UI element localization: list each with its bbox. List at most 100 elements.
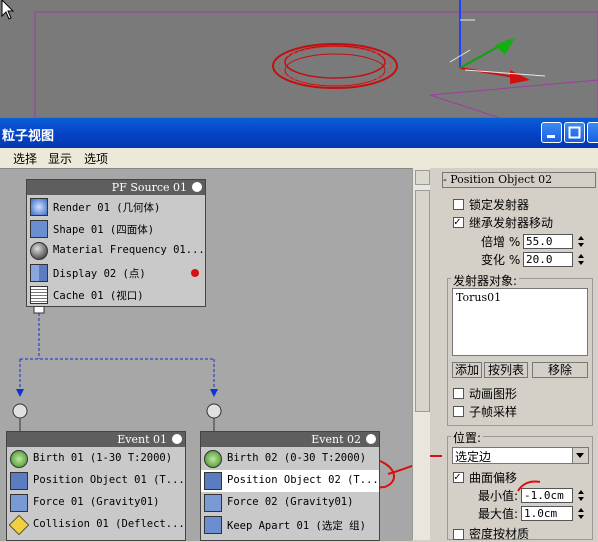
multiplier-spinner[interactable] xyxy=(577,234,586,249)
viewport-3d[interactable] xyxy=(0,0,598,118)
location-dropdown[interactable]: 选定边 xyxy=(452,447,589,464)
menu-select[interactable]: 选择 xyxy=(13,150,37,167)
keep-apart-icon xyxy=(204,516,222,534)
window-title: 粒子视图 xyxy=(2,129,55,144)
bulb-icon[interactable] xyxy=(172,434,182,444)
surface-offset-label: 曲面偏移 xyxy=(469,471,518,485)
node-title: Event 01 xyxy=(7,432,185,447)
bulb-icon[interactable] xyxy=(192,182,202,192)
menu-display[interactable]: 显示 xyxy=(48,150,72,167)
emitter-objects-label: 发射器对象: xyxy=(451,272,520,289)
inherit-motion-label: 继承发射器移动 xyxy=(469,216,554,230)
force-icon xyxy=(10,494,28,512)
subframe-checkbox[interactable] xyxy=(453,406,464,417)
cache-icon xyxy=(30,286,48,304)
display-color-dot xyxy=(191,269,199,277)
subframe-label: 子帧采样 xyxy=(469,405,518,419)
birth-icon xyxy=(204,450,222,468)
max-field[interactable]: 1.0cm xyxy=(521,506,573,521)
variation-spinner[interactable] xyxy=(577,252,586,267)
material-icon xyxy=(30,242,48,260)
density-checkbox[interactable] xyxy=(453,529,464,540)
operator-shape[interactable]: Shape 01 (四面体) xyxy=(27,218,205,240)
operator-material[interactable]: Material Frequency 01... xyxy=(27,240,205,262)
close-button[interactable] xyxy=(587,122,598,143)
rollout-title: - Position Object 02 xyxy=(443,173,553,186)
chevron-down-icon[interactable] xyxy=(572,448,588,463)
by-list-button[interactable]: 按列表 xyxy=(484,362,528,378)
variation-label: 变化 % xyxy=(481,253,521,267)
emitter-list[interactable]: Torus01 xyxy=(452,288,588,356)
position-object-icon xyxy=(10,472,28,490)
operator-force[interactable]: Force 02 (Gravity01) xyxy=(201,492,379,514)
operator-birth[interactable]: Birth 01 (1-30 T:2000) xyxy=(7,448,185,470)
variation-field[interactable]: 20.0 xyxy=(523,252,573,267)
event-01-node[interactable]: Event 01 Birth 01 (1-30 T:2000) Position… xyxy=(6,431,186,541)
operator-label: Force 01 (Gravity01) xyxy=(33,496,160,508)
menu-options[interactable]: 选项 xyxy=(84,150,108,167)
remove-button[interactable]: 移除 xyxy=(532,362,588,378)
shape-icon xyxy=(30,220,48,238)
multiplier-label: 倍增 % xyxy=(481,235,521,249)
operator-label: Cache 01 (视口) xyxy=(53,290,144,302)
multiplier-field[interactable]: 55.0 xyxy=(523,234,573,249)
bulb-icon[interactable] xyxy=(366,434,376,444)
operator-label: Render 01 (几何体) xyxy=(53,202,161,214)
torus-object[interactable] xyxy=(272,43,398,89)
list-item[interactable]: Torus01 xyxy=(453,289,587,306)
force-icon xyxy=(204,494,222,512)
location-label: 位置: xyxy=(451,429,484,446)
transform-gizmo[interactable] xyxy=(449,0,546,84)
operator-label: Birth 01 (1-30 T:2000) xyxy=(33,452,173,464)
event-02-node[interactable]: Event 02 Birth 02 (0-30 T:2000) Position… xyxy=(200,431,380,541)
operator-render[interactable]: Render 01 (几何体) xyxy=(27,196,205,218)
operator-cache[interactable]: Cache 01 (视口) xyxy=(27,284,205,306)
location-value: 选定边 xyxy=(455,450,492,464)
min-spinner[interactable] xyxy=(577,488,586,503)
density-label: 密度按材质 xyxy=(469,527,530,541)
inherit-motion-checkbox[interactable] xyxy=(453,215,464,228)
min-label: 最小值: xyxy=(478,489,519,503)
lock-emitter-label: 锁定发射器 xyxy=(469,198,530,212)
scroll-thumb[interactable] xyxy=(415,190,430,412)
animated-shape-label: 动画图形 xyxy=(469,387,518,401)
position-object-icon xyxy=(204,472,222,490)
min-field[interactable]: -1.0cm xyxy=(521,488,573,503)
node-title: Event 02 xyxy=(201,432,379,447)
maximize-button[interactable] xyxy=(564,122,585,143)
rollout-header[interactable]: - Position Object 02 xyxy=(442,172,596,188)
display-icon xyxy=(30,264,48,282)
surface-offset-checkbox[interactable] xyxy=(453,470,464,483)
minimize-button[interactable] xyxy=(541,122,562,143)
operator-label: Shape 01 (四面体) xyxy=(53,224,155,236)
operator-collision[interactable]: Collision 01 (Deflect... xyxy=(7,514,185,536)
window-titlebar[interactable]: 粒子视图 xyxy=(0,118,598,148)
operator-label: Material Frequency 01... xyxy=(53,244,205,256)
grid-plane xyxy=(34,11,598,118)
operator-force[interactable]: Force 01 (Gravity01) xyxy=(7,492,185,514)
render-icon xyxy=(30,198,48,216)
gravity-plane xyxy=(429,79,598,118)
operator-label: Collision 01 (Deflect... xyxy=(33,518,185,530)
operator-label: Keep Apart 01 (选定 组) xyxy=(227,520,366,532)
operator-birth[interactable]: Birth 02 (0-30 T:2000) xyxy=(201,448,379,470)
scroll-up-arrow-icon[interactable] xyxy=(415,170,430,185)
collision-icon xyxy=(8,514,30,536)
operator-position-object-selected[interactable]: Position Object 02 (T... xyxy=(201,470,379,492)
canvas-scrollbar[interactable] xyxy=(412,168,431,540)
maximize-icon xyxy=(568,126,581,139)
node-title: PF Source 01 xyxy=(27,180,205,195)
menu-bar: 选择 显示 选项 xyxy=(0,148,598,168)
operator-label: Display 02 (点) xyxy=(53,268,146,280)
particle-view-canvas[interactable]: PF Source 01 Render 01 (几何体) Shape 01 (四… xyxy=(0,168,412,541)
operator-display[interactable]: Display 02 (点) xyxy=(27,262,205,284)
pf-source-node[interactable]: PF Source 01 Render 01 (几何体) Shape 01 (四… xyxy=(26,179,206,307)
birth-icon xyxy=(10,450,28,468)
lock-emitter-checkbox[interactable] xyxy=(453,199,464,210)
animated-shape-checkbox[interactable] xyxy=(453,388,464,399)
add-button[interactable]: 添加 xyxy=(452,362,482,378)
operator-position-object[interactable]: Position Object 01 (T... xyxy=(7,470,185,492)
operator-keep-apart[interactable]: Keep Apart 01 (选定 组) xyxy=(201,514,379,536)
max-spinner[interactable] xyxy=(577,506,586,521)
mouse-cursor-icon xyxy=(1,0,15,20)
